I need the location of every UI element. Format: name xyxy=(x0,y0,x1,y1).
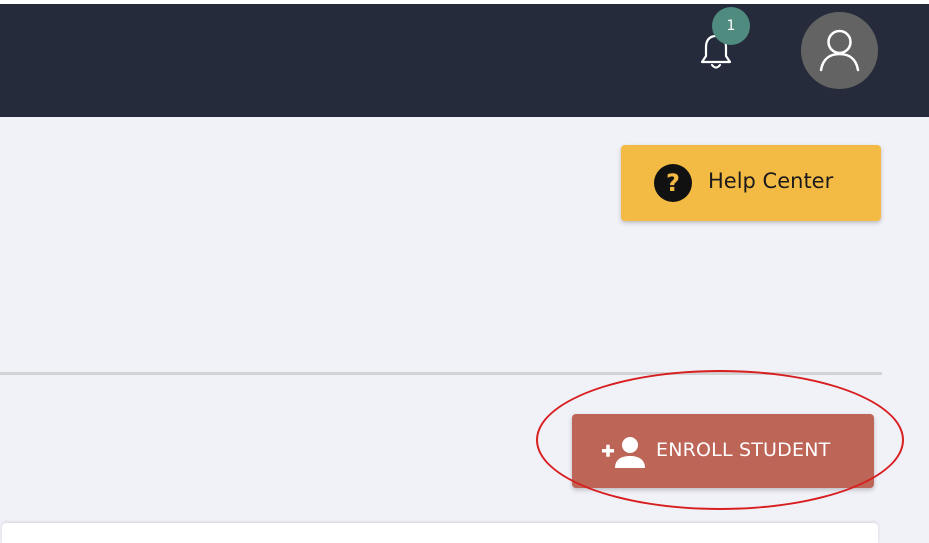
user-icon xyxy=(819,29,860,72)
content-card xyxy=(2,523,878,543)
notification-badge[interactable]: 1 xyxy=(712,7,750,45)
avatar[interactable] xyxy=(801,12,878,89)
top-navbar xyxy=(0,4,929,117)
help-center-label: Help Center xyxy=(708,169,834,193)
highlight-circle-annotation xyxy=(536,370,904,510)
help-center-button[interactable]: ? Help Center xyxy=(621,145,881,221)
question-circle-icon: ? xyxy=(654,164,692,202)
